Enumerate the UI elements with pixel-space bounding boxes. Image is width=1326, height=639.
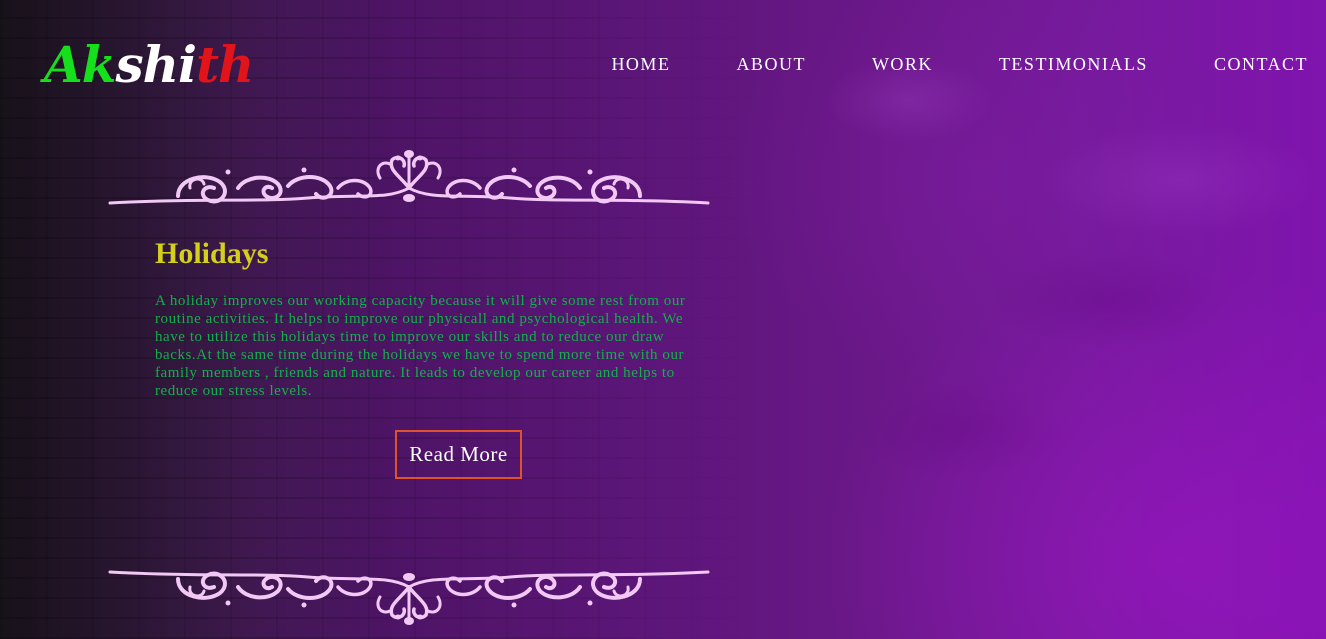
main-nav: HOME ABOUT WORK TESTIMONIALS CONTACT: [611, 53, 1308, 75]
nav-work[interactable]: WORK: [872, 53, 933, 75]
purple-smoke-background: [760, 0, 1326, 639]
logo-part-green: Ak: [44, 35, 116, 94]
article-body: A holiday improves our working capacity …: [155, 293, 686, 399]
nav-about[interactable]: ABOUT: [736, 53, 806, 75]
nav-home[interactable]: HOME: [611, 53, 670, 75]
site-logo[interactable]: Akshith: [44, 34, 254, 96]
nav-testimonials[interactable]: TESTIMONIALS: [999, 53, 1148, 75]
scroll-flourish-divider-icon: [108, 150, 710, 205]
article-title: Holidays: [155, 237, 269, 270]
nav-contact[interactable]: CONTACT: [1214, 53, 1308, 75]
scroll-flourish-divider-icon: [108, 570, 710, 625]
logo-part-white: shi: [115, 35, 196, 94]
read-more-button[interactable]: Read More: [395, 430, 522, 479]
logo-part-red: th: [195, 35, 254, 94]
